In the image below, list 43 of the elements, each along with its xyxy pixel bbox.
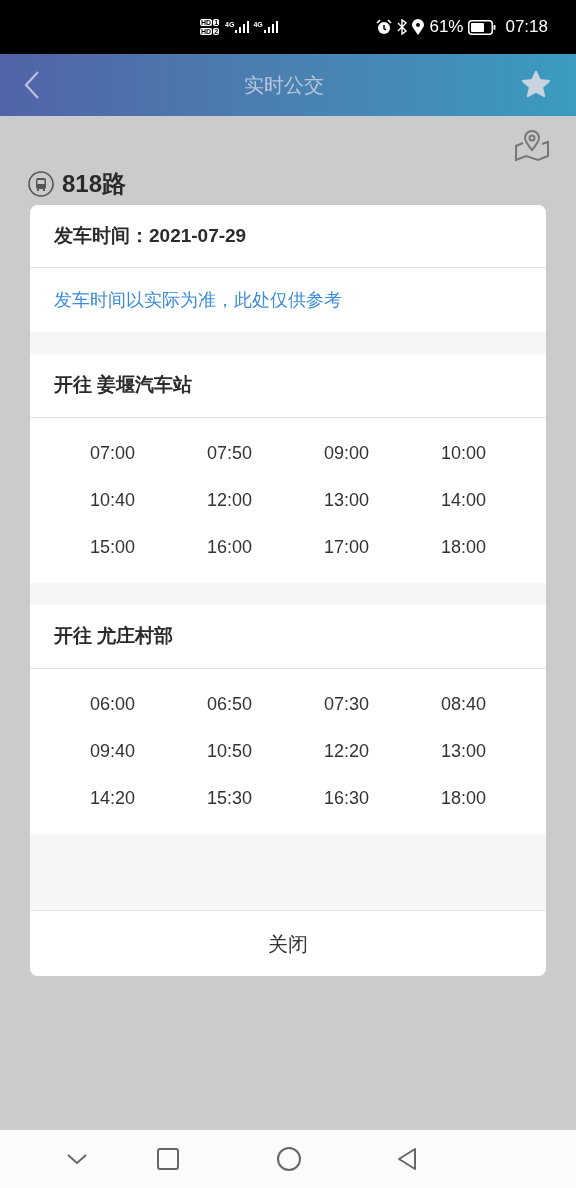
chevron-down-icon[interactable]: [66, 1152, 88, 1166]
departure-time: 07:50: [206, 442, 252, 465]
departure-time: 17:00: [323, 536, 369, 559]
route-name: 818路: [62, 169, 127, 199]
departure-time: 13:00: [323, 489, 369, 512]
departure-time: 13:00: [440, 740, 486, 763]
departure-time: 15:30: [206, 787, 252, 810]
departure-time: 07:30: [323, 693, 369, 716]
departure-time: 07:00: [89, 442, 135, 465]
departure-time: 15:00: [89, 536, 135, 559]
bus-icon: [28, 171, 54, 197]
departure-time: 10:50: [206, 740, 252, 763]
departure-time: 10:40: [89, 489, 135, 512]
departure-time: 09:00: [323, 442, 369, 465]
departure-time: 10:00: [440, 442, 486, 465]
schedule-note: 发车时间以实际为准，此处仅供参考: [54, 288, 342, 312]
home-icon[interactable]: [276, 1146, 302, 1172]
clock: 07:18: [505, 16, 548, 39]
bluetooth-icon: [397, 19, 408, 35]
departure-time: 14:20: [89, 787, 135, 810]
departure-time: 06:50: [206, 693, 252, 716]
departure-time: 16:00: [206, 536, 252, 559]
alarm-icon: [376, 19, 393, 35]
battery-icon: [468, 19, 497, 35]
departure-time: 06:00: [89, 693, 135, 716]
departure-time: 12:20: [323, 740, 369, 763]
departure-time: 18:00: [440, 787, 486, 810]
departure-time: 12:00: [206, 489, 252, 512]
direction-title: 开往 尤庄村部: [54, 624, 174, 649]
battery-percent: 61%: [429, 16, 464, 39]
location-icon: [412, 19, 425, 35]
recents-icon[interactable]: [156, 1147, 180, 1171]
departure-time: 08:40: [440, 693, 486, 716]
page-title: 实时公交: [244, 73, 324, 98]
map-pin-icon[interactable]: [514, 128, 550, 162]
direction-title: 开往 姜堰汽车站: [54, 373, 193, 398]
back-icon[interactable]: [396, 1147, 418, 1171]
close-button[interactable]: 关闭: [30, 910, 546, 976]
departure-time: 18:00: [440, 536, 486, 559]
departure-time: 16:30: [323, 787, 369, 810]
departure-time: 09:40: [89, 740, 135, 763]
departure-time: 14:00: [440, 489, 486, 512]
departure-date: 发车时间：2021-07-29: [54, 223, 247, 248]
